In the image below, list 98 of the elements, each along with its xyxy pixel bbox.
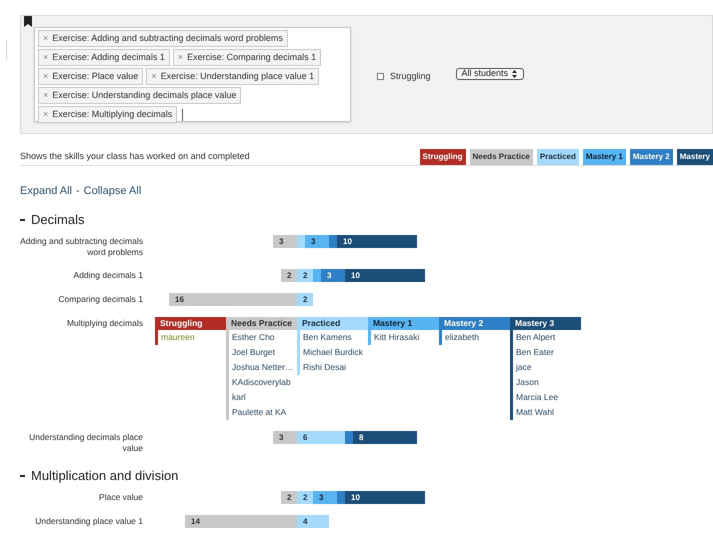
student-name[interactable]: KAdiscoverylab	[232, 375, 297, 390]
legend-tag: Mastery 1	[582, 148, 626, 164]
student-count: 3	[311, 236, 316, 248]
description-text: Shows the skills your class has worked on and completed	[20, 150, 250, 163]
checkbox-label: Struggling	[390, 70, 431, 83]
bar-segment[interactable]: 8	[353, 431, 417, 444]
skill-name[interactable]: Adding and subtracting decimals word problems	[20, 235, 143, 258]
legend-tag: Needs Practice	[470, 148, 533, 164]
select-value: All students	[462, 67, 508, 80]
student-count: 10	[351, 270, 360, 282]
tag-label: Exercise: Comparing decimals 1	[187, 50, 316, 64]
section-title: Multiplication and division	[31, 467, 178, 486]
student-name[interactable]: Joshua Netter…	[232, 360, 297, 375]
student-count: 3	[327, 270, 332, 282]
tag-label: Exercise: Multiplying decimals	[52, 108, 172, 121]
legend-tag: Struggling	[420, 148, 466, 164]
checkbox[interactable]	[377, 73, 384, 80]
student-count: 2	[303, 492, 308, 504]
bar-segment[interactable]	[313, 269, 321, 282]
student-name[interactable]: Rishi Desai	[303, 360, 368, 375]
student-name[interactable]: Esther Cho	[232, 330, 297, 345]
skill-name[interactable]: Multiplying decimals	[20, 317, 143, 329]
student-count: 8	[359, 432, 364, 444]
student-count: 3	[279, 432, 284, 444]
bar-segment[interactable]: 3	[313, 491, 337, 504]
tag-label: Exercise: Understanding place value 1	[160, 70, 314, 83]
student-count: 2	[303, 270, 308, 282]
student-name[interactable]: Ben Kamens	[303, 330, 368, 345]
student-count: 6	[303, 432, 308, 444]
student-name[interactable]: Joel Burget	[232, 345, 297, 360]
bar-segment[interactable]	[337, 491, 345, 504]
student-name[interactable]: maureen	[161, 330, 226, 345]
expand-all-link[interactable]: Expand All	[20, 182, 72, 200]
bar-segment[interactable]: 2	[281, 491, 297, 504]
student-count: 16	[175, 294, 184, 306]
legend-tag: Mastery 2	[630, 148, 673, 164]
student-count: 4	[303, 516, 308, 528]
bar-segment[interactable]: 10	[345, 491, 425, 504]
bar-segment[interactable]: 6	[297, 431, 345, 444]
student-name[interactable]: Ben Eater	[516, 345, 581, 360]
column-header: Mastery 1	[368, 317, 439, 330]
student-select[interactable]: All students	[456, 68, 524, 80]
student-count: 3	[279, 236, 284, 248]
column-header: Struggling	[155, 317, 226, 330]
bar-segment[interactable]: 2	[297, 269, 313, 282]
student-name[interactable]: Marcia Lee	[516, 390, 581, 405]
student-count: 14	[191, 516, 200, 528]
column-header: Mastery 3	[510, 317, 581, 330]
student-count: 2	[287, 492, 292, 504]
legend-tag: Mastery	[676, 148, 713, 164]
bar-segment[interactable]	[345, 431, 353, 444]
skill-name[interactable]: Adding decimals 1	[20, 269, 143, 281]
legend-tag: Practiced	[536, 148, 579, 164]
bar-segment[interactable]	[297, 235, 305, 248]
bar-segment[interactable]: 3	[321, 269, 345, 282]
section-title: Decimals	[31, 211, 84, 230]
collapse-all-link[interactable]: Collapse All	[84, 182, 142, 200]
bookmark-icon	[24, 16, 32, 27]
student-name[interactable]: Matt Wahl	[516, 405, 581, 420]
bar-segment[interactable]: 16	[169, 293, 297, 306]
student-name[interactable]: jace	[516, 360, 581, 375]
bar-segment[interactable]: 3	[273, 235, 297, 248]
student-name[interactable]: Ben Alpert	[516, 330, 581, 345]
student-name[interactable]: Michael Burdick	[303, 345, 368, 360]
student-name[interactable]: Paulette at KA	[232, 405, 297, 420]
bar-segment[interactable]: 2	[297, 491, 313, 504]
student-count: 3	[319, 492, 324, 504]
bar-segment[interactable]: 14	[185, 515, 297, 528]
bar-segment[interactable]: 2	[297, 293, 313, 306]
bar-segment[interactable]: 2	[281, 269, 297, 282]
student-name[interactable]: karl	[232, 390, 297, 405]
student-count: 10	[343, 236, 352, 248]
stepper-icon	[512, 70, 518, 78]
tag-label: Exercise: Understanding decimals place value	[52, 88, 236, 102]
bar-segment[interactable]: 10	[337, 235, 417, 248]
bar-segment[interactable]: 4	[297, 515, 329, 528]
skill-name[interactable]: Place value	[20, 491, 143, 503]
bar-segment[interactable]: 10	[345, 269, 425, 282]
column-header: Practiced	[297, 317, 368, 330]
bar-segment[interactable]: 3	[273, 431, 297, 444]
bar-segment[interactable]: 3	[305, 235, 329, 248]
column-header: Mastery 2	[439, 317, 510, 330]
student-name[interactable]: Jason	[516, 375, 581, 390]
student-name[interactable]: elizabeth	[445, 330, 510, 345]
student-count: 10	[351, 492, 360, 504]
tag-label: Exercise: Place value	[52, 70, 138, 83]
student-count: 2	[287, 270, 292, 282]
skill-name[interactable]: Comparing decimals 1	[20, 293, 143, 305]
student-count: 2	[303, 294, 308, 306]
column-header: Needs Practice	[226, 317, 297, 330]
text-cursor	[182, 108, 184, 120]
bar-segment[interactable]	[329, 235, 337, 248]
tag-label: Exercise: Adding decimals 1	[52, 50, 165, 64]
student-name[interactable]: Kitt Hirasaki	[374, 330, 439, 345]
skill-name[interactable]: Understanding decimals place value	[20, 431, 143, 454]
tag-label: Exercise: Adding and subtracting decimals word problems	[52, 32, 283, 45]
separator-text: -	[76, 184, 80, 199]
skill-name[interactable]: Understanding place value 1	[20, 515, 143, 527]
